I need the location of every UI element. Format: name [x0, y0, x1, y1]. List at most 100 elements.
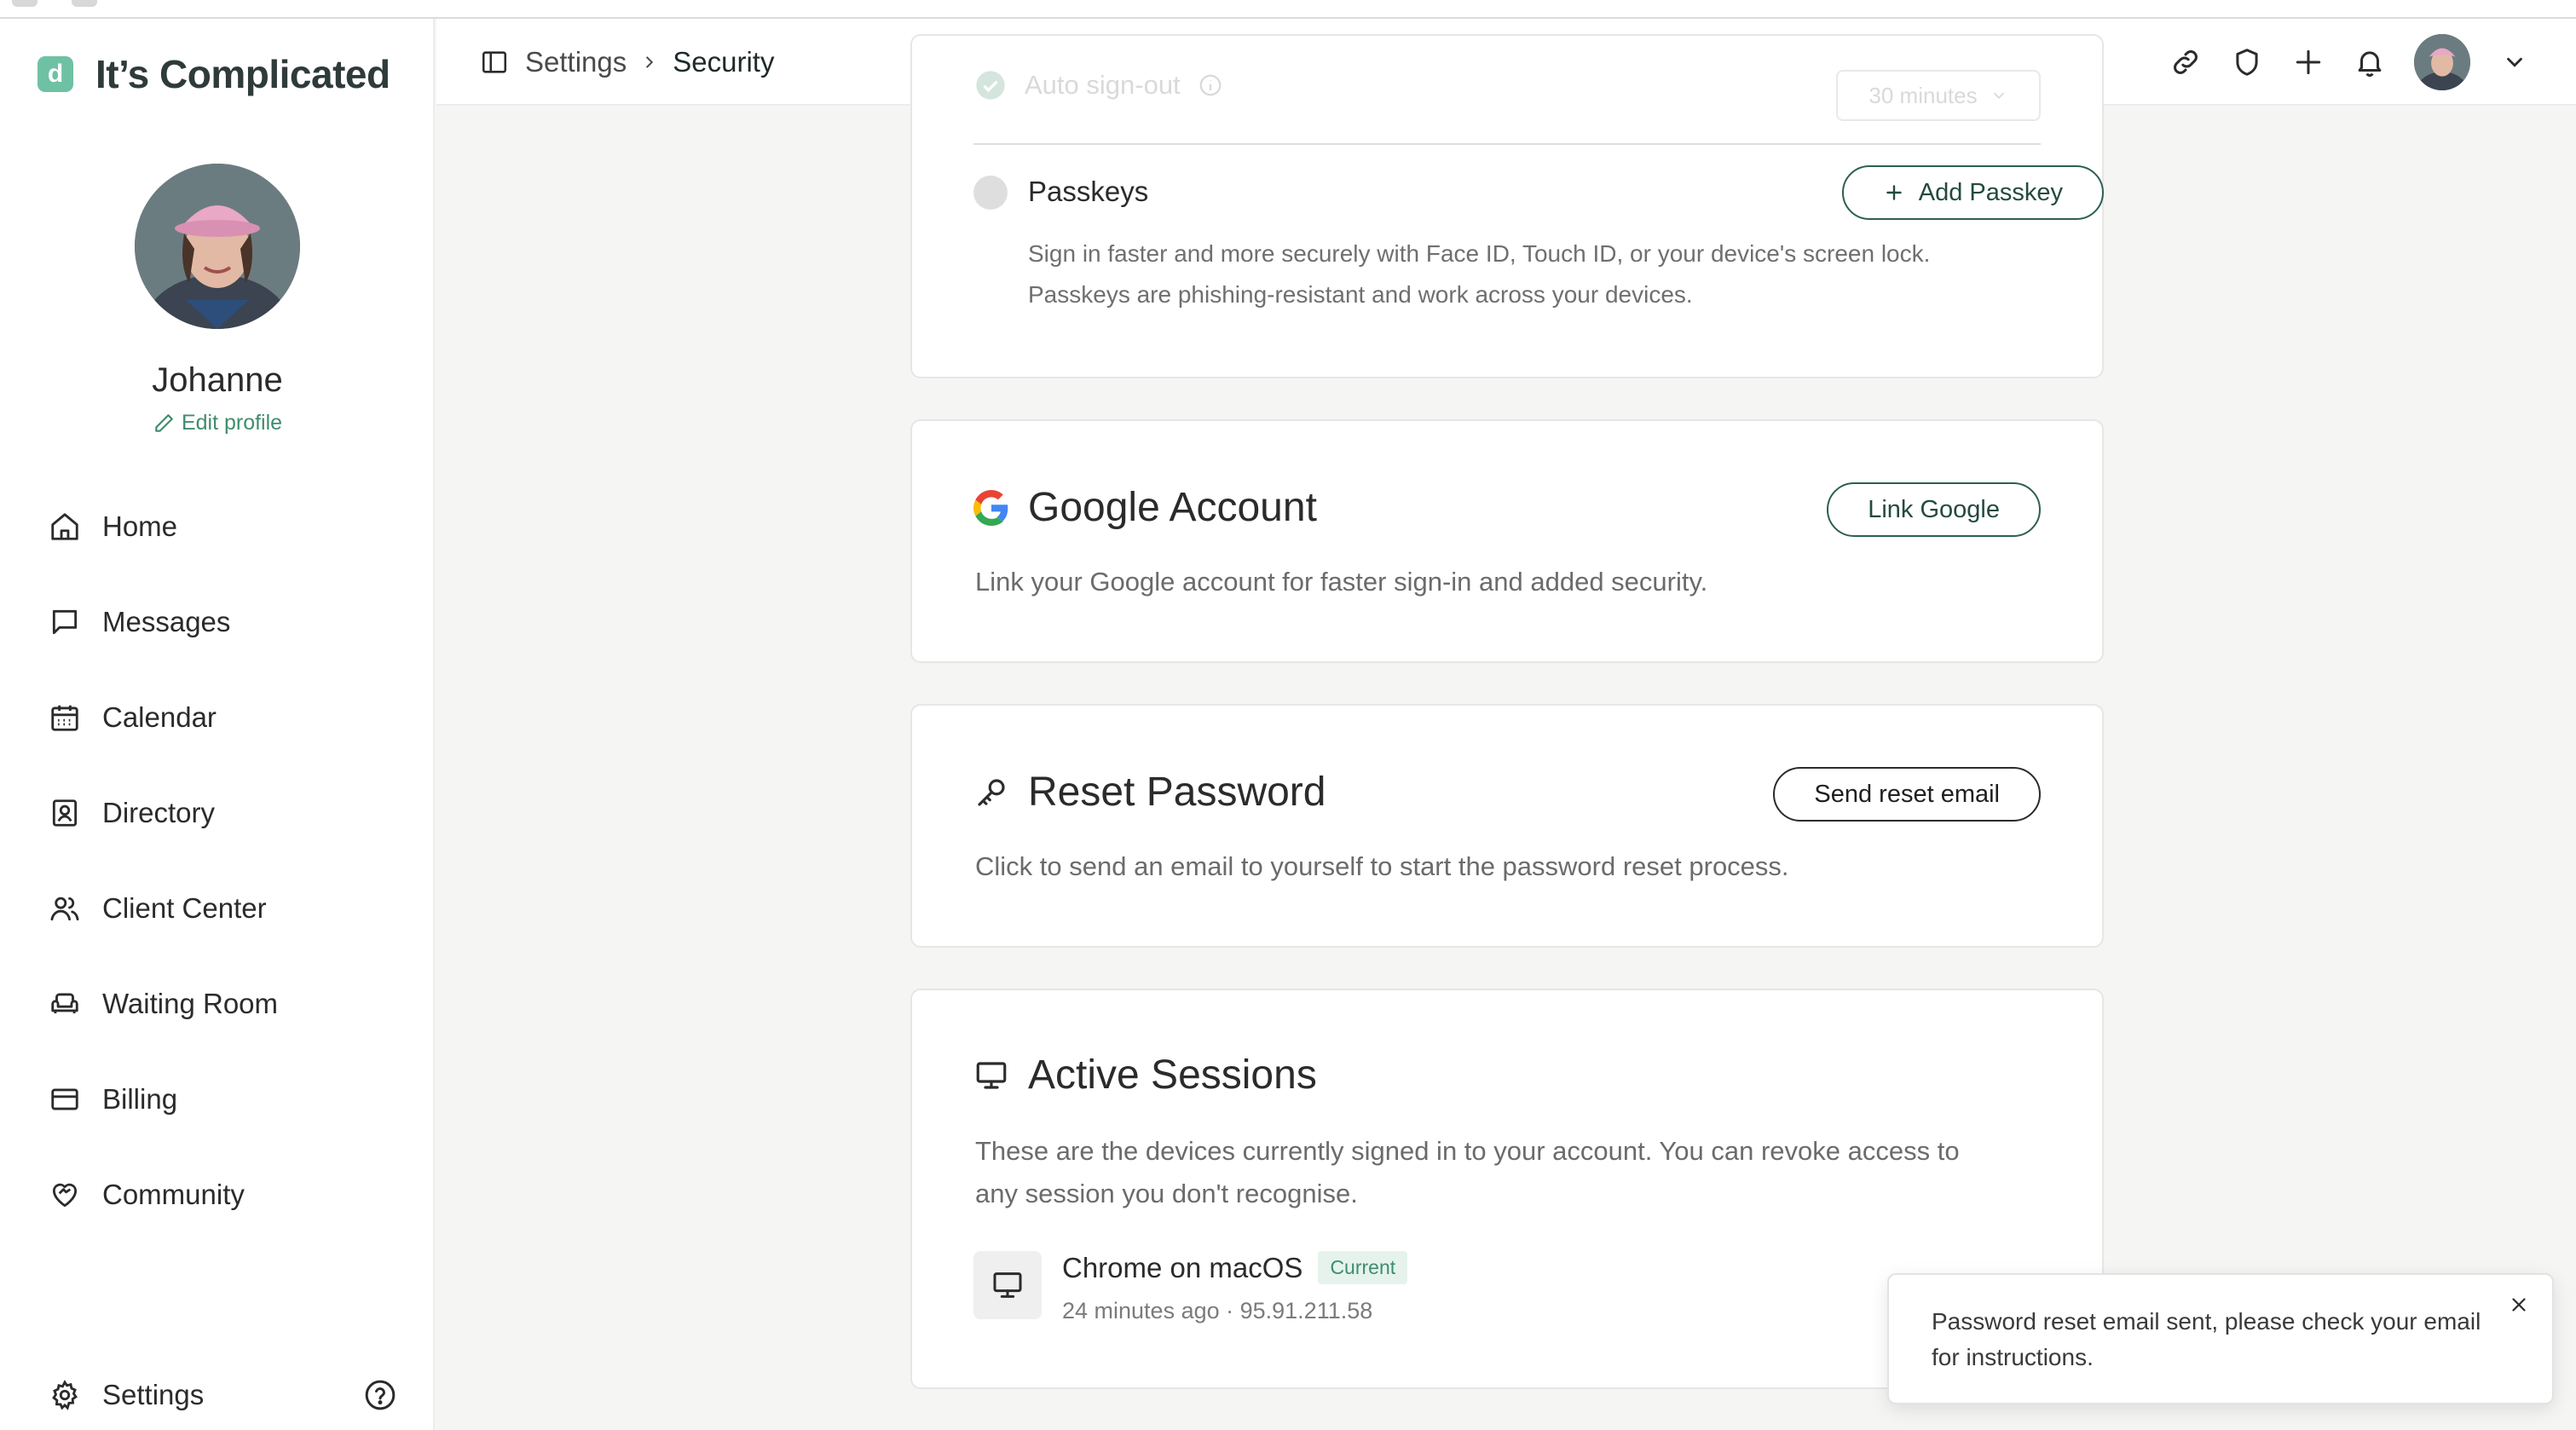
- browser-tab-strip: [0, 0, 2576, 19]
- info-icon: [1198, 72, 1223, 98]
- edit-profile-link[interactable]: Edit profile: [0, 411, 435, 435]
- send-reset-email-label: Send reset email: [1814, 780, 2000, 808]
- auto-signout-select[interactable]: 30 minutes: [1836, 70, 2041, 121]
- sidebar-item-calendar[interactable]: Calendar: [48, 670, 278, 765]
- reset-password-card: Reset Password Send reset email Click to…: [910, 704, 2104, 948]
- edit-profile-label: Edit profile: [181, 411, 283, 435]
- auto-signout-label: Auto sign-out: [1025, 70, 1181, 100]
- auto-signout-value: 30 minutes: [1868, 82, 1978, 108]
- passkeys-label: Passkeys: [1028, 176, 1149, 207]
- google-icon: [973, 489, 1009, 526]
- plus-icon[interactable]: [2291, 45, 2325, 79]
- armchair-icon: [48, 987, 82, 1021]
- passkeys-description: Sign in faster and more securely with Fa…: [1028, 234, 2051, 315]
- sidebar-item-waiting-room[interactable]: Waiting Room: [48, 956, 278, 1052]
- link-google-button[interactable]: Link Google: [1827, 482, 2041, 537]
- sidebar: d It’s Complicated Johanne Edit profile …: [0, 19, 435, 1430]
- sidebar-item-community[interactable]: Community: [48, 1147, 278, 1243]
- breadcrumb: Settings Security: [477, 19, 774, 106]
- sidebar-item-label: Billing: [102, 1083, 178, 1115]
- sidebar-item-billing[interactable]: Billing: [48, 1052, 278, 1147]
- send-reset-email-button[interactable]: Send reset email: [1773, 767, 2041, 822]
- reset-password-heading: Reset Password: [973, 769, 1326, 816]
- sidebar-item-home[interactable]: Home: [48, 479, 278, 574]
- reset-password-title: Reset Password: [1028, 770, 1326, 815]
- google-account-card: Google Account Link Google Link your Goo…: [910, 419, 2104, 663]
- monitor-icon: [973, 1058, 1009, 1093]
- google-account-description: Link your Google account for faster sign…: [975, 567, 1708, 597]
- active-sessions-description-line: any session you don't recognise.: [975, 1179, 1358, 1208]
- passkeys-status-indicator: [973, 176, 1008, 210]
- passkeys-description-line: Sign in faster and more securely with Fa…: [1028, 240, 1931, 267]
- sidebar-toggle-icon[interactable]: [477, 45, 511, 79]
- sidebar-item-label: Home: [102, 510, 178, 542]
- active-sessions-title: Active Sessions: [1028, 1052, 1317, 1098]
- sidebar-item-label: Community: [102, 1179, 245, 1210]
- pencil-icon: [153, 412, 175, 435]
- sidebar-footer: Settings: [48, 1365, 397, 1425]
- monitor-icon: [991, 1268, 1025, 1302]
- browser-tab-fragment: [72, 0, 97, 7]
- reset-password-description: Click to send an email to yourself to st…: [975, 851, 1789, 881]
- breadcrumb-parent[interactable]: Settings: [525, 46, 627, 78]
- google-account-heading: Google Account: [973, 484, 1317, 531]
- sidebar-item-label: Directory: [102, 797, 216, 828]
- app-logo[interactable]: d It’s Complicated: [38, 51, 390, 97]
- toast-message: Password reset email sent, please check …: [1932, 1308, 2481, 1370]
- session-device: Chrome on macOS: [1062, 1251, 1303, 1283]
- logo-mark-icon: d: [38, 56, 73, 92]
- status-badge: Current: [1318, 1251, 1408, 1284]
- breadcrumb-current: Security: [673, 46, 775, 78]
- sidebar-item-label: Waiting Room: [102, 988, 279, 1019]
- add-passkey-button[interactable]: Add Passkey: [1841, 165, 2104, 220]
- sidebar-item-messages[interactable]: Messages: [48, 574, 278, 670]
- link-google-label: Link Google: [1868, 495, 2000, 523]
- sidebar-item-label: Settings: [102, 1379, 205, 1410]
- sidebar-item-directory[interactable]: Directory: [48, 765, 278, 861]
- plus-icon: [1883, 182, 1905, 204]
- active-sessions-description-line: These are the devices currently signed i…: [975, 1136, 1960, 1166]
- sidebar-item-label: Messages: [102, 606, 231, 637]
- home-icon: [48, 510, 82, 544]
- active-sessions-heading: Active Sessions: [973, 1052, 1317, 1098]
- auto-signout-row: Auto sign-out: [973, 68, 1223, 102]
- chevron-down-icon: [1990, 86, 2008, 105]
- key-icon: [973, 775, 1009, 810]
- check-circle-icon: [973, 68, 1008, 102]
- google-account-title: Google Account: [1028, 485, 1317, 530]
- profile-avatar[interactable]: [135, 164, 300, 329]
- app-name: It’s Complicated: [95, 52, 390, 96]
- sidebar-item-client-center[interactable]: Client Center: [48, 861, 278, 956]
- session-meta: 24 minutes ago · 95.91.211.58: [1062, 1298, 1373, 1323]
- close-icon[interactable]: [2504, 1290, 2533, 1319]
- calendar-icon: [48, 701, 82, 735]
- chevron-down-icon[interactable]: [2498, 45, 2532, 79]
- active-sessions-description: These are the devices currently signed i…: [975, 1130, 1960, 1215]
- session-item: Chrome on macOS Current 24 minutes ago ·…: [973, 1251, 1408, 1324]
- sidebar-item-label: Calendar: [102, 701, 217, 733]
- heart-handshake-icon: [48, 1178, 82, 1212]
- add-passkey-label: Add Passkey: [1918, 178, 2063, 206]
- help-circle-icon[interactable]: [363, 1378, 397, 1412]
- gear-icon: [48, 1378, 82, 1412]
- toast-notification: Password reset email sent, please check …: [1887, 1273, 2554, 1404]
- contact-card-icon: [48, 796, 82, 830]
- session-device-icon-box: [973, 1251, 1042, 1319]
- sidebar-item-settings[interactable]: Settings: [48, 1365, 204, 1425]
- bell-icon[interactable]: [2353, 45, 2387, 79]
- divider: [973, 143, 2041, 145]
- message-icon: [48, 605, 82, 639]
- passkeys-description-line: Passkeys are phishing-resistant and work…: [1028, 281, 1693, 308]
- sidebar-item-label: Client Center: [102, 892, 267, 924]
- link-icon[interactable]: [2169, 45, 2203, 79]
- session-name-row: Chrome on macOS Current: [1062, 1251, 1408, 1284]
- credit-card-icon: [48, 1082, 82, 1116]
- sidebar-nav: Home Messages Calendar Directory Client …: [48, 479, 278, 1243]
- shield-icon[interactable]: [2230, 45, 2264, 79]
- browser-tab-fragment: [12, 0, 38, 7]
- users-icon: [48, 891, 82, 925]
- avatar[interactable]: [2414, 34, 2470, 90]
- session-details: Chrome on macOS Current 24 minutes ago ·…: [1062, 1251, 1408, 1324]
- chevron-right-icon: [640, 53, 659, 72]
- top-actions: [2169, 19, 2532, 106]
